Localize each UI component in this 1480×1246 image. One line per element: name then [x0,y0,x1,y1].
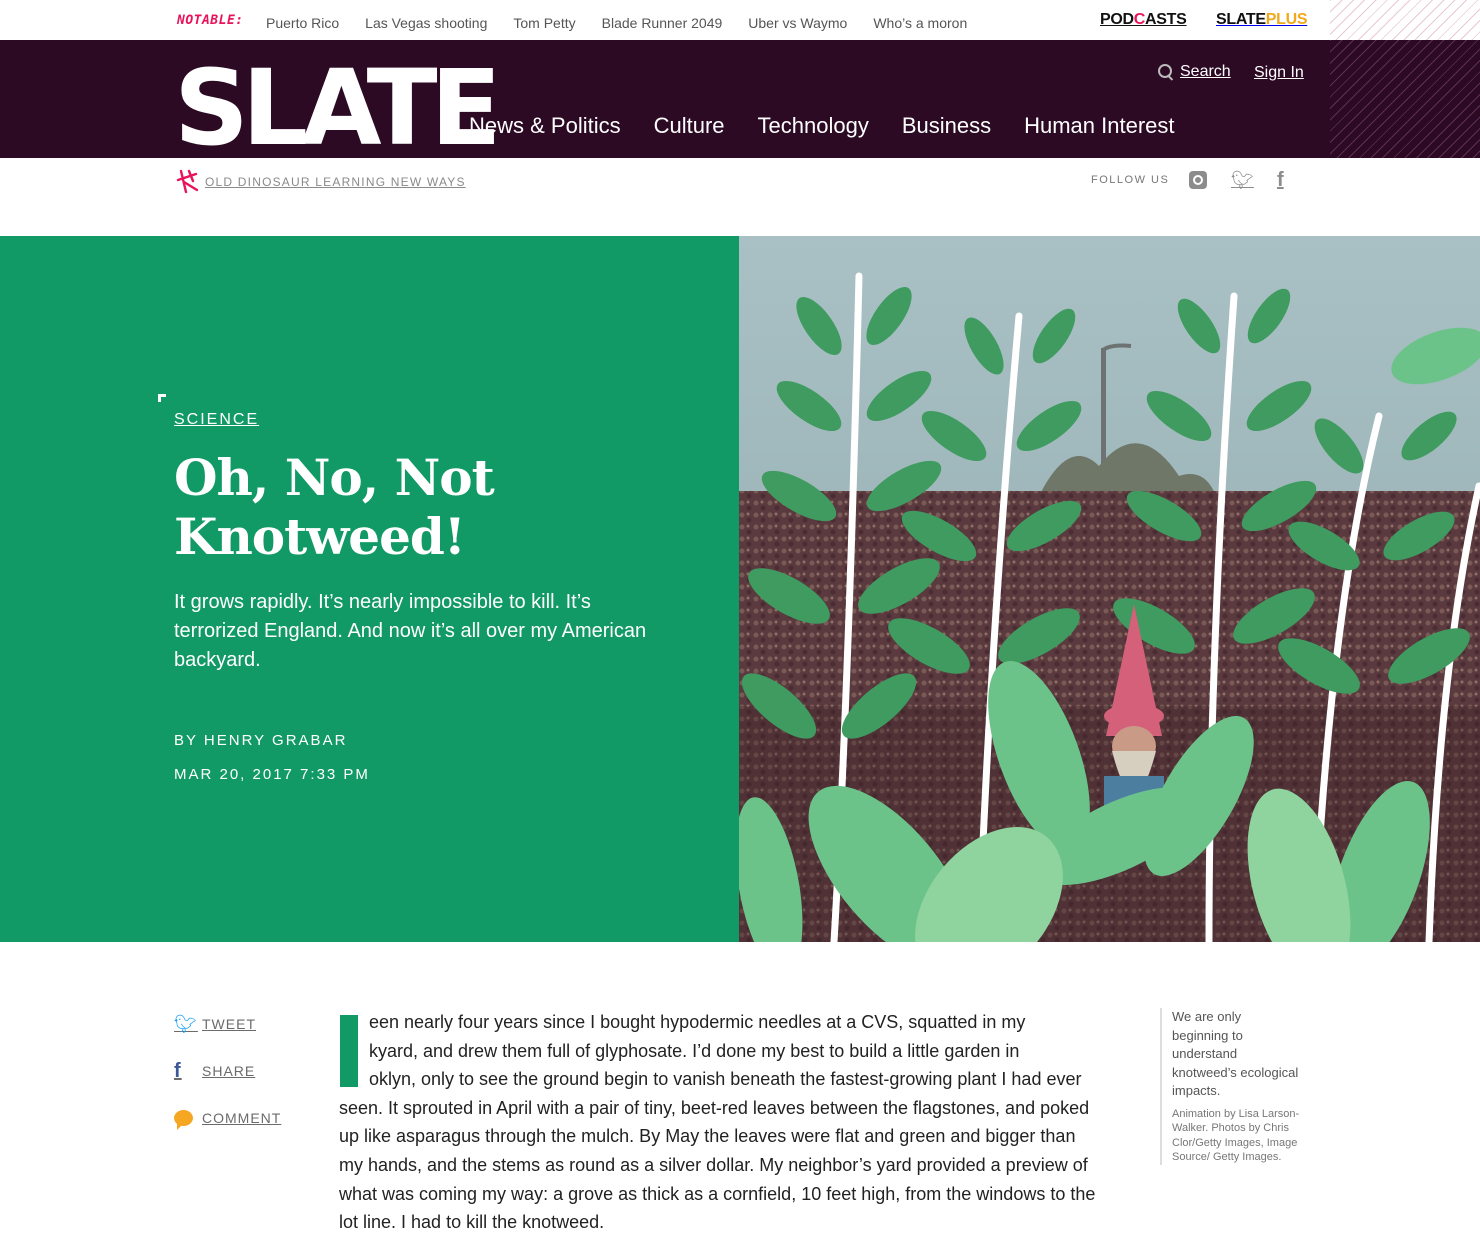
twitter-icon[interactable]: 🐦︎ [1231,170,1254,191]
nav-technology[interactable]: Technology [758,113,869,139]
notable-links: Puerto Rico Las Vegas shooting Tom Petty… [266,15,967,31]
facebook-icon[interactable]: f [1277,169,1284,192]
nav-human-interest[interactable]: Human Interest [1024,113,1174,139]
notable-label: NOTABLE: [177,13,244,28]
body-line: kyard, and drew them full of glyphosate.… [369,1040,1020,1061]
share-tools: 🐦︎ TWEET f SHARE COMMENT [174,1012,281,1153]
sign-in-link[interactable]: Sign In [1254,64,1304,82]
notable-bar: NOTABLE: Puerto Rico Las Vegas shooting … [0,0,1330,40]
decorative-stripes [1330,0,1480,158]
article-date: MAR 20, 2017 7:33 PM [174,766,370,783]
hero-illustration [739,236,1480,942]
article-body: een nearly four years since I bought hyp… [339,1008,1149,1237]
notable-link-las-vegas[interactable]: Las Vegas shooting [365,15,487,31]
tweet-label: TWEET [202,1016,256,1032]
blog-name-link[interactable]: OLD DINOSAUR LEARNING NEW WAYS [205,175,466,189]
podcasts-link[interactable]: PODCASTS [1100,11,1187,29]
twitter-bird-icon: 🐦︎ [174,1013,198,1034]
body-line: lot line. I had to kill the knotweed. [339,1212,605,1233]
body-line: seen. It sprouted in April with a pair o… [339,1097,1090,1118]
knotweed-gnome-illustration [739,236,1480,942]
article-dek: It grows rapidly. It’s nearly impossible… [174,591,647,671]
search-button[interactable]: Search [1158,63,1231,81]
share-label: SHARE [202,1063,256,1079]
nav-culture[interactable]: Culture [654,113,725,139]
podcasts-text-a: POD [1100,11,1134,28]
main-nav: News & Politics Culture Technology Busin… [469,113,1175,139]
nav-business[interactable]: Business [902,113,991,139]
comment-button[interactable]: COMMENT [174,1106,281,1130]
section-label[interactable]: SCIENCE [174,411,259,429]
body-line: up like asparagus through the mulch. By … [339,1126,1076,1147]
slate-logo[interactable]: SLATE [174,56,502,160]
notable-link-tom-petty[interactable]: Tom Petty [513,15,575,31]
body-line: oklyn, only to see the ground begin to v… [369,1069,1082,1090]
byline-by: BY [174,732,198,749]
share-button[interactable]: f SHARE [174,1059,281,1083]
dinosaur-kicker-icon [176,169,199,194]
instagram-icon[interactable] [1189,171,1207,189]
notable-link-blade-runner[interactable]: Blade Runner 2049 [602,15,723,31]
facebook-f-icon: f [174,1059,182,1082]
slate-plus-text-b: PLUS [1265,11,1308,28]
author-name: HENRY GRABAR [203,732,348,749]
article-headline: Oh, No, Not Knotweed! [174,448,495,566]
slate-plus-text-a: SLATE [1216,11,1266,28]
podcasts-text-o: C [1133,11,1146,28]
masthead: SLATE Search Sign In News & Politics Cul… [0,40,1330,160]
body-line: what was coming my way: a grove as thick… [339,1183,1096,1204]
body-line: my hands, and the stems as round as a si… [339,1154,1088,1175]
notable-link-uber-waymo[interactable]: Uber vs Waymo [748,15,847,31]
photo-credit: Animation by Lisa Larson-Walker. Photos … [1172,1107,1300,1164]
author-link[interactable]: HENRY GRABAR [204,732,347,749]
follow-us-label: FOLLOW US [1091,174,1170,186]
blog-subheader: OLD DINOSAUR LEARNING NEW WAYS FOLLOW US… [0,158,1330,208]
search-icon [1158,64,1174,80]
comment-label: COMMENT [202,1110,282,1126]
body-line: een nearly four years since I bought hyp… [369,1012,1026,1032]
podcasts-text-b: ASTS [1145,11,1187,28]
decorative-stripes-dark [1330,40,1480,158]
notable-link-puerto-rico[interactable]: Puerto Rico [266,15,339,31]
slate-plus-link[interactable]: SLATEPLUS [1216,11,1308,29]
image-caption: We are only beginning to understand knot… [1160,1008,1300,1165]
slate-logo-text: SLATE [174,47,502,169]
search-label: Search [1180,63,1231,80]
comment-bubble-icon [174,1110,196,1130]
caption-text: We are only beginning to understand knot… [1172,1009,1299,1098]
byline: BY HENRY GRABAR [174,732,347,749]
tweet-button[interactable]: 🐦︎ TWEET [174,1012,281,1036]
article-hero: SCIENCE Oh, No, Not Knotweed! It grows r… [0,236,739,942]
notable-link-moron[interactable]: Who’s a moron [873,15,967,31]
corner-mark [158,394,166,402]
nav-news-politics[interactable]: News & Politics [469,113,621,139]
